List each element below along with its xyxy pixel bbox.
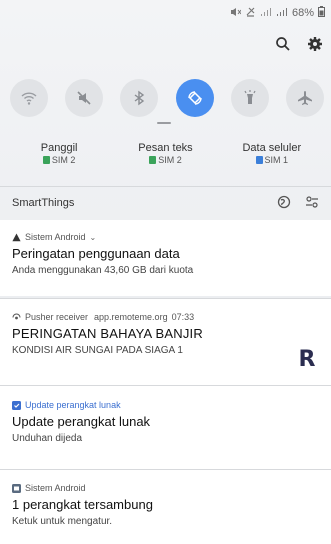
- notification-title: Peringatan penggunaan data: [12, 246, 180, 261]
- mute-icon: [230, 7, 242, 20]
- auto-rotate-toggle[interactable]: [175, 79, 214, 117]
- devices-settings-icon[interactable]: [305, 195, 319, 212]
- settings-gear-icon[interactable]: [305, 34, 325, 54]
- airplane-toggle[interactable]: [285, 79, 324, 117]
- notification-app-row: Update perangkat lunak: [12, 400, 319, 410]
- airplane-icon: [297, 91, 312, 105]
- notification-title: 1 perangkat tersambung: [12, 497, 153, 512]
- alarm-icon: [245, 7, 256, 20]
- warning-icon: [12, 233, 21, 242]
- sim-pref-label: Panggil: [40, 142, 78, 154]
- sim-pref-value: SIM 1: [255, 155, 289, 165]
- notification-title: Update perangkat lunak: [12, 414, 151, 429]
- battery-percent: 68%: [291, 7, 314, 19]
- sound-toggle[interactable]: [65, 79, 104, 117]
- notification-app-name: Update perangkat lunak: [25, 400, 121, 410]
- notification-app-name: Pusher receiver: [25, 312, 89, 322]
- signal-icon: [260, 7, 272, 20]
- chevron-down-icon[interactable]: ⌄: [90, 233, 97, 242]
- sim-data-preference[interactable]: Data seluler SIM 1: [222, 142, 322, 178]
- remoteme-app-icon: R: [295, 346, 319, 372]
- smartthings-icon[interactable]: [277, 195, 291, 212]
- sim-chip-icon: [42, 156, 50, 164]
- sim-name: SIM 1: [264, 155, 289, 165]
- smartthings-actions: [277, 195, 319, 212]
- sim-message-preference[interactable]: Pesan teks SIM 2: [115, 142, 215, 178]
- notification-app-row: Pusher receiver app.remoteme.org 07:33: [12, 312, 319, 322]
- sim-call-preference[interactable]: Panggil SIM 2: [9, 142, 109, 178]
- notification-time: 07:33: [171, 312, 195, 322]
- wifi-icon: [21, 92, 37, 105]
- sim-pref-value: SIM 2: [149, 155, 182, 165]
- notification-body: KONDISI AIR SUNGAI PADA SIAGA 1: [12, 345, 183, 356]
- sim-chip-icon: [149, 156, 157, 164]
- divider: [0, 186, 331, 187]
- notification-app-row: Sistem Android ⌄: [12, 232, 319, 242]
- wifi-toggle[interactable]: [10, 79, 48, 117]
- notification-body: Unduhan dijeda: [12, 433, 83, 444]
- search-icon[interactable]: [273, 34, 293, 54]
- notification-source: app.remoteme.org: [94, 312, 168, 322]
- notification-device-connected[interactable]: Sistem Android 1 perangkat tersambung Ke…: [0, 470, 331, 544]
- sim-pref-label: Pesan teks: [138, 142, 193, 154]
- sim-preferences: Panggil SIM 2 Pesan teks SIM 2 Data selu…: [0, 142, 331, 178]
- quick-toggles: [4, 78, 330, 118]
- flashlight-icon: [244, 90, 256, 104]
- notification-body: Anda menggunakan 43,60 GB dari kuota: [12, 265, 194, 276]
- smartthings-label: SmartThings: [12, 197, 75, 209]
- quick-panel-actions: [273, 34, 325, 54]
- flashlight-toggle[interactable]: [230, 79, 269, 117]
- smartthings-row[interactable]: SmartThings: [0, 188, 331, 218]
- app-icon-letter: R: [298, 346, 316, 372]
- android-system-icon: [12, 483, 21, 493]
- notification-data-usage[interactable]: Sistem Android ⌄ Peringatan penggunaan d…: [0, 220, 331, 296]
- notification-app-name: Sistem Android: [25, 483, 86, 493]
- sim-pref-label: Data seluler: [242, 142, 302, 154]
- signal-icon: [276, 7, 288, 20]
- bluetooth-toggle[interactable]: [120, 79, 159, 117]
- battery-icon: [318, 6, 325, 20]
- bluetooth-icon: [134, 90, 145, 106]
- status-bar: 68%: [230, 6, 325, 20]
- sim-pref-value: SIM 2: [42, 155, 76, 165]
- sim-name: SIM 2: [158, 155, 182, 165]
- sim-chip-icon: [255, 156, 263, 164]
- panel-drag-handle[interactable]: [157, 122, 171, 124]
- notification-flood-warning[interactable]: Pusher receiver app.remoteme.org 07:33 P…: [0, 299, 331, 385]
- notification-body: Ketuk untuk mengatur.: [12, 516, 113, 527]
- notification-app-name: Sistem Android: [25, 232, 86, 242]
- notification-app-row: Sistem Android: [12, 483, 319, 493]
- mute-icon: [77, 91, 91, 105]
- rotate-icon: [187, 91, 202, 105]
- notification-title: PERINGATAN BAHAYA BANJIR: [12, 326, 203, 341]
- sim-name: SIM 2: [51, 155, 76, 165]
- pusher-icon: [12, 313, 21, 322]
- notification-software-update[interactable]: Update perangkat lunak Update perangkat …: [0, 386, 331, 469]
- update-icon: [12, 400, 21, 410]
